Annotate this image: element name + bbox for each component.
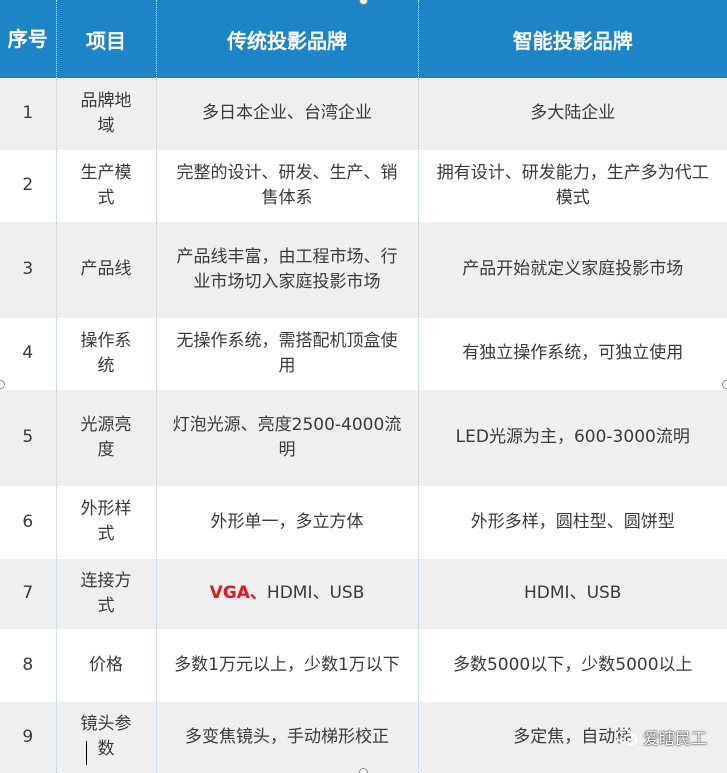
cell-traditional: 多数1万元以上，少数1万以下 (156, 629, 419, 702)
cell-smart: 产品开始就定义家庭投影市场 (418, 221, 727, 319)
header-item: 项目 (56, 0, 157, 78)
table-row[interactable]: 9 镜头参数 多变焦镜头，手动梯形校正 多定焦，自动梯 (0, 701, 727, 773)
cell-item: 操作系统 (56, 318, 157, 390)
cell-num: 4 (0, 318, 57, 390)
table-row[interactable]: 2 生产模式 完整的设计、研发、生产、销售体系 拥有设计、研发能力，生产多为代工… (0, 150, 727, 222)
cell-traditional: 灯泡光源、亮度2500-4000流明 (156, 389, 419, 487)
cell-traditional-rest: HDMI、USB (266, 583, 365, 603)
cell-traditional: 产品线丰富，由工程市场、行业市场切入家庭投影市场 (156, 221, 419, 319)
cell-smart: 多定焦，自动梯 (418, 701, 727, 773)
cell-smart: 多大陆企业 (418, 78, 727, 151)
table-row[interactable]: 6 外形样式 外形单一，多立方体 外形多样，圆柱型、圆饼型 (0, 486, 727, 559)
highlight-text: VGA、 (209, 583, 267, 603)
cell-traditional: 无操作系统，需搭配机顶盒使用 (156, 318, 419, 390)
header-smart: 智能投影品牌 (418, 0, 727, 78)
cell-item: 价格 (56, 629, 157, 702)
cell-num: 1 (0, 78, 57, 151)
header-seq-label: 序号 (7, 27, 48, 51)
cell-item: 镜头参数 (56, 701, 157, 773)
header-row: 序号 项目 传统投影品牌 智能投影品牌 (0, 0, 727, 78)
cell-num: 8 (0, 629, 57, 702)
cell-smart: 拥有设计、研发能力，生产多为代工模式 (418, 150, 727, 222)
cell-traditional: VGA、HDMI、USB (156, 558, 419, 630)
cell-smart: 有独立操作系统，可独立使用 (418, 318, 727, 390)
cell-traditional: 多变焦镜头，手动梯形校正 (156, 701, 419, 773)
cell-item: 光源亮度 (56, 389, 157, 487)
table-row[interactable]: 1 品牌地域 多日本企业、台湾企业 多大陆企业 (0, 78, 727, 151)
table-row[interactable]: 7 连接方式 VGA、HDMI、USB HDMI、USB (0, 558, 727, 630)
cell-num: 3 (0, 221, 57, 319)
cell-item: 外形样式 (56, 486, 157, 559)
table-row[interactable]: 3 产品线 产品线丰富，由工程市场、行业市场切入家庭投影市场 产品开始就定义家庭… (0, 221, 727, 319)
cell-smart: HDMI、USB (418, 558, 727, 630)
cell-num: 7 (0, 558, 57, 630)
text-cursor (86, 741, 87, 765)
table-row[interactable]: 4 操作系统 无操作系统，需搭配机顶盒使用 有独立操作系统，可独立使用 (0, 318, 727, 390)
cell-smart: LED光源为主，600-3000流明 (418, 389, 727, 487)
cell-smart: 多数5000以下，少数5000以上 (418, 629, 727, 702)
cell-num: 6 (0, 486, 57, 559)
header-traditional: 传统投影品牌 (156, 0, 419, 78)
resize-handle-bottom[interactable] (359, 768, 368, 773)
cell-item: 生产模式 (56, 150, 157, 222)
comparison-table: 序号 项目 传统投影品牌 智能投影品牌 1 品牌地域 多日本企业、台湾企业 多大… (0, 0, 727, 773)
resize-handle-right[interactable] (722, 380, 727, 389)
cell-item: 产品线 (56, 221, 157, 319)
table-row[interactable]: 5 光源亮度 灯泡光源、亮度2500-4000流明 LED光源为主，600-30… (0, 389, 727, 487)
cell-smart: 外形多样，圆柱型、圆饼型 (418, 486, 727, 559)
cell-num: 9 (0, 701, 57, 773)
table-row[interactable]: 8 价格 多数1万元以上，少数1万以下 多数5000以下，少数5000以上 (0, 629, 727, 702)
cell-num: 5 (0, 389, 57, 487)
cell-item: 连接方式 (56, 558, 157, 630)
cell-traditional: 完整的设计、研发、生产、销售体系 (156, 150, 419, 222)
cell-num: 2 (0, 150, 57, 222)
cell-traditional: 外形单一，多立方体 (156, 486, 419, 559)
header-seq: 序号 (0, 0, 57, 78)
cell-item: 品牌地域 (56, 78, 157, 151)
cell-traditional: 多日本企业、台湾企业 (156, 78, 419, 151)
